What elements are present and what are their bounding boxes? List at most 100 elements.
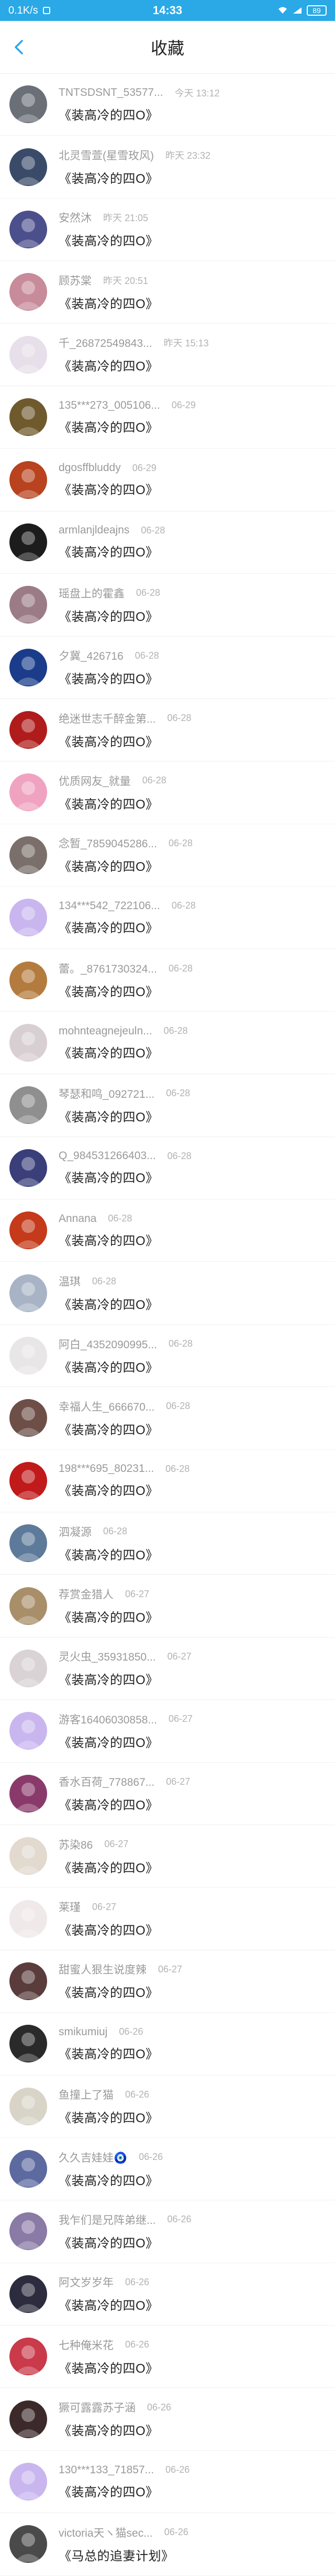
username[interactable]: 我乍们是兄阵弟继...: [59, 2212, 156, 2228]
book-title[interactable]: 《装高冷的四O》: [59, 606, 160, 625]
list-item[interactable]: 琴瑟和鸣_092721... 06-28 《装高冷的四O》: [0, 1074, 335, 1137]
username[interactable]: TNTSDSNT_53577...: [59, 86, 163, 99]
avatar[interactable]: [9, 2400, 47, 2438]
book-title[interactable]: 《装高冷的四O》: [59, 479, 159, 498]
book-title[interactable]: 《装高冷的四O》: [59, 231, 159, 249]
list-item[interactable]: 安然沐 昨天 21:05 《装高冷的四O》: [0, 199, 335, 261]
list-item[interactable]: 蕾。_8761730324... 06-28 《装高冷的四O》: [0, 949, 335, 1012]
list-item[interactable]: 130***133_71857... 06-26 《装高冷的四O》: [0, 2451, 335, 2514]
book-title[interactable]: 《装高冷的四O》: [59, 1669, 192, 1688]
book-title[interactable]: 《装高冷的四O》: [59, 2420, 171, 2439]
book-title[interactable]: 《装高冷的四O》: [59, 1607, 159, 1625]
avatar[interactable]: [9, 961, 47, 999]
book-title[interactable]: 《装高冷的四O》: [59, 1167, 192, 1186]
avatar[interactable]: [9, 2275, 47, 2313]
list-item[interactable]: 灵火虫_35931850... 06-27 《装高冷的四O》: [0, 1638, 335, 1700]
username[interactable]: Q_984531266403...: [59, 1150, 156, 1162]
avatar[interactable]: [9, 2025, 47, 2063]
list-item[interactable]: Annana 06-28 《装高冷的四O》: [0, 1199, 335, 1262]
book-title[interactable]: 《装高冷的四O》: [59, 732, 192, 750]
list-item[interactable]: 135***273_005106... 06-29 《装高冷的四O》: [0, 386, 335, 449]
username[interactable]: 蕾。_8761730324...: [59, 960, 157, 976]
username[interactable]: 瑶盘上的霍鑫: [59, 585, 125, 601]
username[interactable]: 198***695_80231...: [59, 1462, 154, 1475]
avatar[interactable]: [9, 1837, 47, 1875]
list-item[interactable]: 泗凝源 06-28 《装高冷的四O》: [0, 1512, 335, 1575]
username[interactable]: 绝迷世志千醉金第...: [59, 711, 156, 726]
username[interactable]: 温琪: [59, 1273, 81, 1289]
avatar[interactable]: [9, 648, 47, 686]
list-item[interactable]: 苏染86 06-27 《装高冷的四O》: [0, 1825, 335, 1888]
book-title[interactable]: 《装高冷的四O》: [59, 542, 165, 560]
book-title[interactable]: 《装高冷的四O》: [59, 1480, 189, 1499]
username[interactable]: 千_26872549843...: [59, 335, 152, 351]
book-title[interactable]: 《装高冷的四O》: [59, 2482, 189, 2500]
book-title[interactable]: 《装高冷的四O》: [59, 1294, 159, 1313]
list-item[interactable]: 念暂_7859045286... 06-28 《装高冷的四O》: [0, 824, 335, 887]
avatar[interactable]: [9, 1399, 47, 1437]
book-title[interactable]: 《装高冷的四O》: [59, 1795, 190, 1813]
avatar[interactable]: [9, 1900, 47, 1938]
avatar[interactable]: [9, 210, 47, 248]
username[interactable]: 优质网友_就量: [59, 773, 131, 789]
avatar[interactable]: [9, 2463, 47, 2501]
list-item[interactable]: 阿白_4352090995... 06-28 《装高冷的四O》: [0, 1325, 335, 1388]
list-item[interactable]: mohnteagnejeuln... 06-28 《装高冷的四O》: [0, 1012, 335, 1075]
list-item[interactable]: 千_26872549843... 昨天 15:13 《装高冷的四O》: [0, 324, 335, 386]
username[interactable]: 阿白_4352090995...: [59, 1336, 157, 1352]
book-title[interactable]: 《装高冷的四O》: [59, 356, 209, 374]
avatar[interactable]: [9, 1712, 47, 1750]
book-title[interactable]: 《装高冷的四O》: [59, 856, 193, 875]
list-item[interactable]: Q_984531266403... 06-28 《装高冷的四O》: [0, 1137, 335, 1200]
book-title[interactable]: 《装高冷的四O》: [59, 105, 220, 123]
list-item[interactable]: 绝迷世志千醉金第... 06-28 《装高冷的四O》: [0, 699, 335, 762]
username[interactable]: 134***542_722106...: [59, 900, 160, 912]
book-title[interactable]: 《装高冷的四O》: [59, 1043, 188, 1061]
avatar[interactable]: [9, 711, 47, 749]
username[interactable]: 莱瑾: [59, 1899, 81, 1915]
avatar[interactable]: [9, 2525, 47, 2563]
list-item[interactable]: 198***695_80231... 06-28 《装高冷的四O》: [0, 1450, 335, 1512]
list-item[interactable]: 鱼撞上了猫 06-26 《装高冷的四O》: [0, 2076, 335, 2138]
book-title[interactable]: 《装高冷的四O》: [59, 1732, 193, 1751]
book-title[interactable]: 《装高冷的四O》: [59, 1107, 190, 1125]
username[interactable]: 獗可露露苏子涵: [59, 2399, 136, 2415]
book-title[interactable]: 《装高冷的四O》: [59, 2233, 192, 2251]
book-title[interactable]: 《装高冷的四O》: [59, 2170, 163, 2189]
list-item[interactable]: 荐赏金猎人 06-27 《装高冷的四O》: [0, 1575, 335, 1638]
username[interactable]: dgosffbluddy: [59, 462, 121, 474]
username[interactable]: 夕冀_426716: [59, 648, 124, 663]
username[interactable]: 灵火虫_35931850...: [59, 1649, 156, 1664]
book-title[interactable]: 《装高冷的四O》: [59, 1357, 193, 1376]
avatar[interactable]: [9, 586, 47, 624]
avatar[interactable]: [9, 2150, 47, 2188]
book-title[interactable]: 《装高冷的四O》: [59, 2358, 159, 2376]
username[interactable]: 念暂_7859045286...: [59, 835, 157, 851]
username[interactable]: 安然沐: [59, 210, 92, 225]
username[interactable]: 琴瑟和鸣_092721...: [59, 1086, 154, 1101]
avatar[interactable]: [9, 1337, 47, 1374]
avatar[interactable]: [9, 398, 47, 436]
avatar[interactable]: [9, 523, 47, 561]
username[interactable]: victoria天ヽ猫sec...: [59, 2525, 153, 2540]
book-title[interactable]: 《装高冷的四O》: [59, 293, 159, 312]
list-item[interactable]: victoria天ヽ猫sec... 06-26 《马总的追妻计划》: [0, 2513, 335, 2576]
book-title[interactable]: 《马总的追妻计划》: [59, 2546, 188, 2564]
list-item[interactable]: 优质网友_就量 06-28 《装高冷的四O》: [0, 761, 335, 824]
avatar[interactable]: [9, 1649, 47, 1687]
username[interactable]: 阿文岁岁年: [59, 2274, 114, 2290]
list-item[interactable]: TNTSDSNT_53577... 今天 13:12 《装高冷的四O》: [0, 73, 335, 136]
avatar[interactable]: [9, 1461, 47, 1500]
list-item[interactable]: 獗可露露苏子涵 06-26 《装高冷的四O》: [0, 2388, 335, 2451]
username[interactable]: 香水百荷_778867...: [59, 1774, 154, 1789]
avatar[interactable]: [9, 85, 47, 124]
username[interactable]: armlanjldeajns: [59, 524, 129, 537]
list-item[interactable]: 游客16406030858... 06-27 《装高冷的四O》: [0, 1700, 335, 1763]
book-title[interactable]: 《装高冷的四O》: [59, 1920, 159, 1938]
avatar[interactable]: [9, 1962, 47, 2000]
username[interactable]: 久久吉娃娃🧿: [59, 2149, 127, 2165]
username[interactable]: mohnteagnejeuln...: [59, 1025, 152, 1038]
book-title[interactable]: 《装高冷的四O》: [59, 1982, 182, 2001]
avatar[interactable]: [9, 1024, 47, 1062]
avatar[interactable]: [9, 836, 47, 874]
